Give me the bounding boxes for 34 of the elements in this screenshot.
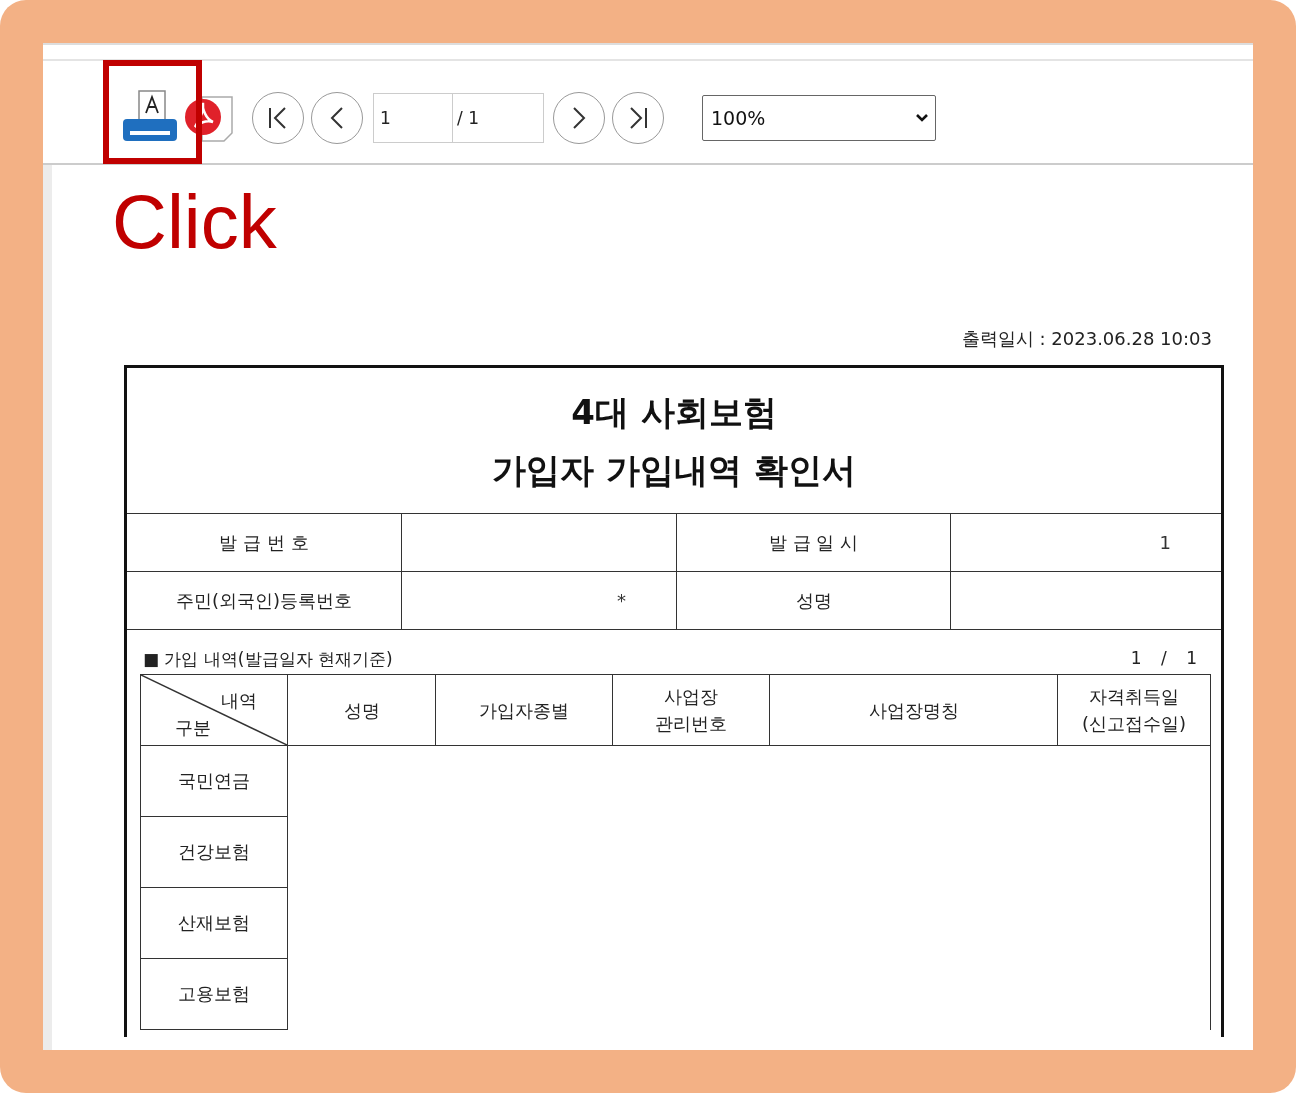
field-label: 주민(외국인)등록번호	[127, 572, 402, 630]
column-header: 사업장 관리번호	[613, 675, 770, 746]
field-label: 발 급 일 시	[677, 514, 951, 572]
page-total: / 1	[456, 107, 480, 130]
next-page-button[interactable]	[553, 92, 605, 144]
column-header: 가입자종별	[436, 675, 613, 746]
section-title: ■ 가입 내역(발급일자 현재기준)	[143, 648, 393, 671]
caret-icon	[915, 113, 929, 123]
last-page-icon	[627, 106, 649, 130]
chevron-right-icon	[572, 106, 586, 130]
document-title: 4대 사회보험	[571, 390, 777, 434]
field-value: *	[617, 590, 626, 611]
field-label: 발 급 번 호	[127, 514, 402, 572]
first-page-icon	[267, 106, 289, 130]
column-header: 사업장명칭	[770, 675, 1058, 746]
first-page-button[interactable]	[252, 92, 304, 144]
previous-page-button[interactable]	[311, 92, 363, 144]
click-annotation: Click	[112, 187, 278, 266]
print-timestamp: 출력일시 : 2023.06.28 10:03	[960, 327, 1213, 351]
zoom-dropdown[interactable]: 100%	[702, 95, 936, 141]
page-number-field[interactable]: 1 / 1	[373, 93, 544, 143]
last-page-button[interactable]	[612, 92, 664, 144]
column-header: 자격취득일 (신고접수일)	[1058, 675, 1210, 746]
page-count: 1 / 1	[1130, 648, 1197, 670]
document-title: 가입자 가입내역 확인서	[492, 448, 856, 492]
header-cell: 내역 구분	[141, 675, 288, 746]
field-label: 성명	[677, 572, 951, 630]
row-header: 산재보험	[141, 888, 288, 959]
field-value: 1	[1159, 532, 1171, 553]
column-header: 성명	[288, 675, 436, 746]
chevron-left-icon	[330, 106, 344, 130]
row-header: 국민연금	[141, 746, 288, 817]
row-header: 건강보험	[141, 817, 288, 888]
row-header: 고용보험	[141, 959, 288, 1030]
